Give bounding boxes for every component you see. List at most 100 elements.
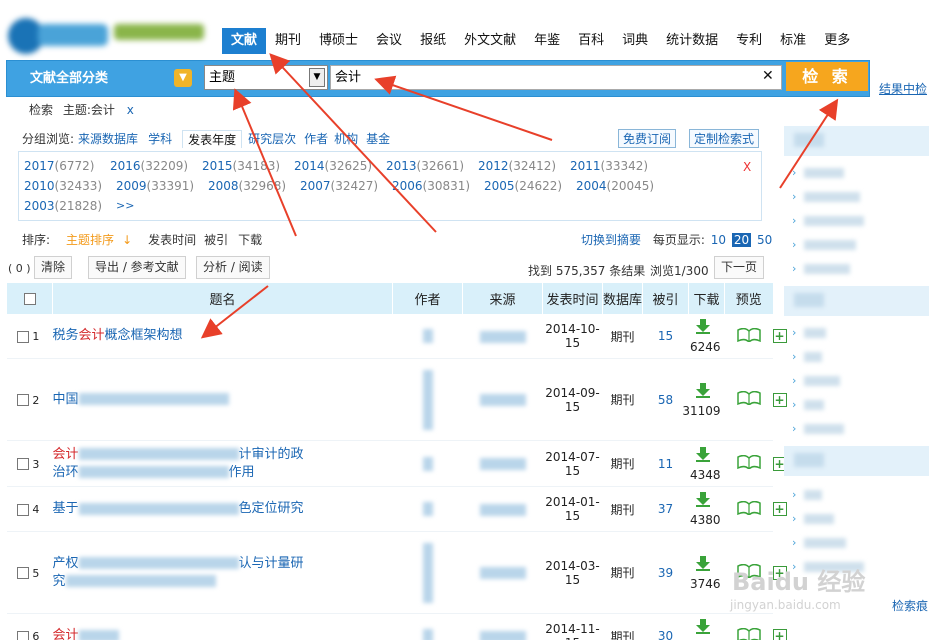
book-preview-icon[interactable] bbox=[736, 327, 761, 342]
row-select-cell[interactable]: 5 bbox=[6, 531, 53, 614]
row-checkbox[interactable] bbox=[16, 503, 29, 516]
download-icon[interactable] bbox=[695, 555, 711, 571]
row-checkbox[interactable] bbox=[16, 567, 29, 579]
clear-button[interactable]: 清除 bbox=[34, 256, 73, 279]
search-input[interactable]: 会计 bbox=[330, 65, 782, 90]
result-title-link[interactable]: 产权 认与计量研究 bbox=[52, 531, 393, 614]
year-filter-2005[interactable]: 2005(24622) bbox=[484, 179, 562, 193]
sort-by-cited[interactable]: 被引 bbox=[204, 231, 228, 248]
group-pub-year[interactable]: 发表年度 bbox=[182, 130, 243, 148]
cited-count[interactable]: 30 bbox=[642, 613, 689, 640]
search-field-select[interactable]: 主题 ▼ bbox=[204, 65, 328, 90]
source-cell[interactable] bbox=[462, 314, 543, 359]
table-row[interactable]: 3 会计 计审计的政 治环 作用 2014-07-15 期刊 11 4348 + bbox=[6, 440, 787, 487]
year-filter-2015[interactable]: 2015(34183) bbox=[202, 159, 280, 173]
year-filter-2006[interactable]: 2006(30831) bbox=[392, 179, 470, 193]
author-cell[interactable] bbox=[392, 440, 463, 487]
free-subscribe-button[interactable]: 免费订阅 bbox=[618, 129, 677, 148]
tab-newspapers[interactable]: 报纸 bbox=[411, 28, 455, 54]
preview-cell[interactable] bbox=[724, 486, 773, 532]
preview-cell[interactable] bbox=[724, 358, 773, 441]
source-cell[interactable] bbox=[462, 531, 543, 614]
cited-count[interactable]: 11 bbox=[642, 440, 689, 487]
table-row[interactable]: 1 税务会计概念框架构想 2014-10-15 期刊 15 6246 + bbox=[6, 314, 787, 359]
year-filter-2016[interactable]: 2016(32209) bbox=[110, 159, 188, 173]
clear-search-icon[interactable]: ✕ bbox=[762, 68, 774, 84]
preview-cell[interactable] bbox=[724, 314, 773, 359]
year-filter-2011[interactable]: 2011(33342) bbox=[570, 159, 648, 173]
chevron-down-icon[interactable]: ▼ bbox=[174, 69, 192, 87]
author-cell[interactable] bbox=[392, 486, 463, 532]
year-filter-2007[interactable]: 2007(32427) bbox=[300, 179, 378, 193]
tab-standards[interactable]: 标准 bbox=[771, 28, 815, 54]
per-page-50[interactable]: 50 bbox=[757, 233, 772, 247]
download-icon[interactable] bbox=[695, 491, 711, 507]
download-cell[interactable]: 4380 bbox=[688, 486, 725, 532]
search-history-link[interactable]: 检索痕 bbox=[892, 597, 928, 614]
year-filter-2004[interactable]: 2004(20045) bbox=[576, 179, 654, 193]
tab-more[interactable]: 更多>> bbox=[815, 28, 859, 74]
result-title-link[interactable]: 中国 bbox=[52, 358, 393, 441]
cited-count[interactable]: 58 bbox=[642, 358, 689, 441]
row-checkbox[interactable] bbox=[16, 630, 29, 640]
year-filter-2010[interactable]: 2010(32433) bbox=[24, 179, 102, 193]
cited-count[interactable]: 15 bbox=[642, 314, 689, 359]
download-icon[interactable] bbox=[695, 318, 711, 334]
result-title-link[interactable]: 会计 计审计的政 治环 作用 bbox=[52, 440, 393, 487]
tab-theses[interactable]: 博硕士 bbox=[310, 28, 367, 54]
group-institution[interactable]: 机构 bbox=[334, 130, 358, 148]
group-fund[interactable]: 基金 bbox=[366, 130, 390, 148]
tab-literature[interactable]: 文献 bbox=[222, 28, 267, 54]
tab-statistics[interactable]: 统计数据 bbox=[657, 28, 727, 54]
preview-cell[interactable] bbox=[724, 440, 773, 487]
tab-dictionary[interactable]: 词典 bbox=[613, 28, 657, 54]
row-select-cell[interactable]: 1 bbox=[6, 314, 53, 359]
group-source-db[interactable]: 来源数据库 bbox=[78, 130, 138, 148]
author-cell[interactable] bbox=[392, 531, 463, 614]
download-cell[interactable]: 31109 bbox=[682, 358, 725, 441]
source-cell[interactable] bbox=[462, 440, 543, 487]
row-select-cell[interactable]: 2 bbox=[6, 358, 53, 441]
year-filter-2009[interactable]: 2009(33391) bbox=[116, 179, 194, 193]
author-cell[interactable] bbox=[392, 314, 463, 359]
sort-by-topic[interactable]: 主题排序 ↓ bbox=[66, 231, 140, 248]
download-cell[interactable]: 6246 bbox=[688, 314, 725, 359]
source-cell[interactable] bbox=[462, 486, 543, 532]
switch-to-abstract-link[interactable]: 切换到摘要 bbox=[581, 233, 641, 247]
year-filter-2012[interactable]: 2012(32412) bbox=[478, 159, 556, 173]
more-years-link[interactable]: >> bbox=[116, 199, 134, 212]
result-title-link[interactable]: 会计 bbox=[52, 613, 393, 640]
source-cell[interactable] bbox=[462, 358, 543, 441]
tab-patents[interactable]: 专利 bbox=[727, 28, 771, 54]
custom-query-button[interactable]: 定制检索式 bbox=[689, 129, 760, 148]
download-cell[interactable]: 4348 bbox=[688, 440, 725, 487]
download-icon[interactable] bbox=[695, 446, 711, 462]
per-page-10[interactable]: 10 bbox=[711, 233, 726, 247]
sort-by-download[interactable]: 下载 bbox=[238, 231, 262, 248]
group-subject[interactable]: 学科 bbox=[148, 130, 172, 148]
tab-foreign[interactable]: 外文文献 bbox=[455, 28, 525, 54]
table-row[interactable]: 4 基于 色定位研究 2014-01-15 期刊 37 4380 + bbox=[6, 486, 787, 532]
select-all-cell[interactable] bbox=[6, 283, 53, 314]
source-cell[interactable] bbox=[462, 613, 543, 640]
row-select-cell[interactable]: 3 bbox=[6, 440, 53, 487]
table-row[interactable]: 2 中国 2014-09-15 期刊 58 31109 + bbox=[6, 358, 787, 441]
group-research-level[interactable]: 研究层次 bbox=[248, 130, 296, 148]
search-in-results-link[interactable]: 结果中检 bbox=[879, 80, 927, 97]
result-title-link[interactable]: 基于 色定位研究 bbox=[52, 486, 393, 532]
row-select-cell[interactable]: 4 bbox=[6, 486, 53, 532]
row-checkbox[interactable] bbox=[16, 458, 29, 470]
year-filter-2013[interactable]: 2013(32661) bbox=[386, 159, 464, 173]
next-page-button[interactable]: 下一页 bbox=[714, 256, 765, 279]
remove-term-icon[interactable]: x bbox=[127, 103, 134, 117]
download-icon[interactable] bbox=[695, 618, 711, 634]
cited-count[interactable]: 39 bbox=[642, 531, 689, 614]
download-icon[interactable] bbox=[695, 382, 711, 398]
result-title-link[interactable]: 税务会计概念框架构想 bbox=[52, 314, 393, 359]
analyze-button[interactable]: 分析 / 阅读 bbox=[196, 256, 270, 279]
cited-count[interactable]: 37 bbox=[642, 486, 689, 532]
author-cell[interactable] bbox=[392, 358, 463, 441]
tab-encyclopedia[interactable]: 百科 bbox=[569, 28, 613, 54]
row-checkbox[interactable] bbox=[16, 330, 29, 343]
year-filter-2003[interactable]: 2003(21828) bbox=[24, 199, 102, 213]
